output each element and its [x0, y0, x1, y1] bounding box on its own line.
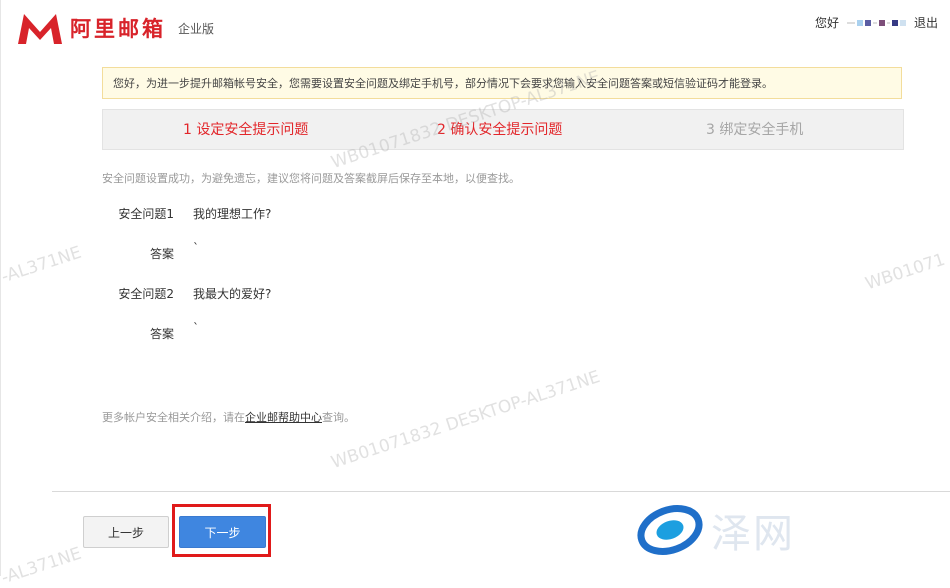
greeting: 您好 — [814, 16, 839, 30]
success-tip: 安全问题设置成功，为避免遗忘，建议您将问题及答案截屏后保存至本地，以便查找。 — [102, 172, 520, 185]
step-2: 2 确认安全提示问题 — [437, 122, 563, 138]
question-2-value: 我最大的爱好? — [193, 287, 272, 301]
logout-link[interactable]: 退出 — [914, 14, 938, 31]
watermark: -AL371NE — [0, 543, 84, 588]
watermark: WB01071 — [862, 249, 948, 295]
edition-label: 企业版 — [178, 22, 215, 36]
security-notice: 您好，为进一步提升邮箱帐号安全，您需要设置安全问题及绑定手机号，部分情况下会要求… — [102, 67, 902, 99]
answer-1-value: ` — [193, 241, 199, 255]
help-suffix: 查询。 — [322, 411, 355, 424]
logo-text: 阿里邮箱 — [70, 17, 166, 41]
brand-text: 泽网 — [711, 511, 795, 557]
left-border — [0, 0, 1, 576]
logo: 阿里邮箱 企业版 — [16, 12, 214, 46]
footer-divider — [52, 491, 950, 492]
step-bar: 1 设定安全提示问题 2 确认安全提示问题 3 绑定安全手机 — [102, 109, 904, 150]
help-prefix: 更多帐户安全相关介绍，请在 — [102, 411, 245, 424]
answer-2-label: 答案 — [149, 327, 174, 341]
brand-swirl-icon — [637, 505, 703, 555]
question-2-label: 安全问题2 — [118, 287, 174, 301]
step-1: 1 设定安全提示问题 — [183, 122, 309, 138]
user-area: 您好 退出 — [815, 14, 938, 31]
help-text: 更多帐户安全相关介绍，请在企业邮帮助中心查询。 — [102, 409, 355, 425]
question-1-label: 安全问题1 — [118, 207, 174, 221]
user-name-masked — [846, 19, 906, 26]
watermark: WB01071832 DESKTOP-AL371NE — [328, 367, 603, 473]
answer-2-value: ` — [193, 321, 199, 335]
question-1-value: 我的理想工作? — [193, 207, 272, 221]
prev-step-button[interactable]: 上一步 — [83, 516, 169, 548]
next-button-highlight — [172, 504, 271, 557]
logo-m-icon — [18, 14, 62, 44]
help-center-link[interactable]: 企业邮帮助中心 — [245, 411, 322, 424]
step-3: 3 绑定安全手机 — [706, 122, 804, 138]
answer-1-label: 答案 — [149, 247, 174, 261]
watermark: -AL371NE — [0, 242, 84, 288]
brand-watermark: 泽网 — [635, 500, 795, 560]
